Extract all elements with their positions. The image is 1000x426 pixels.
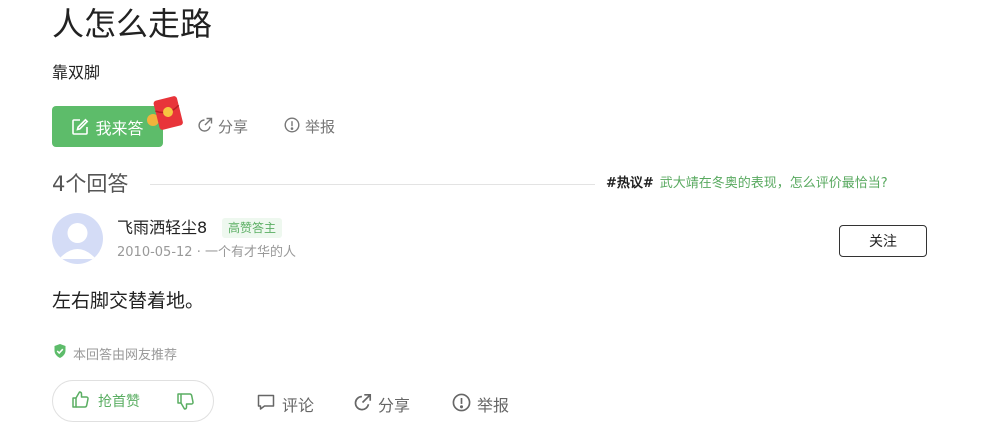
answer-text: 左右脚交替着地。 [52,290,205,312]
question-share-label: 分享 [218,118,249,136]
upvote-button[interactable]: 抢首赞 [71,390,140,413]
answer-share-label: 分享 [378,396,411,415]
answer-button-label: 我来答 [95,118,144,138]
author-description: 一个有才华的人 [204,245,296,260]
recommend-label: 本回答由网友推荐 [73,347,178,363]
question-title: 人怎么走路 [52,5,213,43]
share-icon [197,117,213,137]
answer-date: 2010-05-12 [117,245,193,260]
author-name[interactable]: 飞雨洒轻尘8 [117,218,207,238]
avatar[interactable] [52,213,103,264]
answer-report-button[interactable]: 举报 [452,392,509,416]
share-icon [353,393,372,416]
red-packet-icon[interactable] [146,94,184,134]
upvote-label: 抢首赞 [98,394,140,410]
hot-topic-link[interactable]: 武大靖在冬奥的表现，怎么评价最恰当? [660,176,888,191]
thumbs-down-icon [176,393,195,415]
report-icon [284,116,300,137]
comment-label: 评论 [282,396,315,415]
hot-topic: #热议# 武大靖在冬奥的表现，怎么评价最恰当? [606,175,888,193]
shield-check-icon [52,343,68,363]
divider [150,184,595,185]
downvote-button[interactable] [176,392,195,415]
recommend-note: 本回答由网友推荐 [52,343,177,363]
answer-report-label: 举报 [477,396,510,415]
hot-topic-tag: #热议# [606,176,654,191]
answer-count: 4个回答 [52,172,129,196]
author-badge: 高赞答主 [222,218,283,238]
question-report-label: 举报 [305,118,336,136]
thumbs-up-icon [71,390,90,413]
vote-group: 抢首赞 [52,380,214,422]
answer-share-button[interactable]: 分享 [353,392,410,416]
comment-icon [256,392,276,416]
meta-separator: · [196,245,201,260]
follow-button[interactable]: 关注 [839,225,927,257]
question-report-button[interactable]: 举报 [284,116,335,137]
report-icon [452,393,471,416]
comment-button[interactable]: 评论 [256,392,314,416]
edit-icon [71,118,89,136]
question-description: 靠双脚 [52,63,101,82]
page: 人怎么走路 靠双脚 我来答 分享 举报 4个回答 #热议# 武大靖在冬奥的表现，… [0,0,1000,426]
answer-meta: 2010-05-12 · 一个有才华的人 [117,244,296,262]
question-share-button[interactable]: 分享 [197,116,248,137]
